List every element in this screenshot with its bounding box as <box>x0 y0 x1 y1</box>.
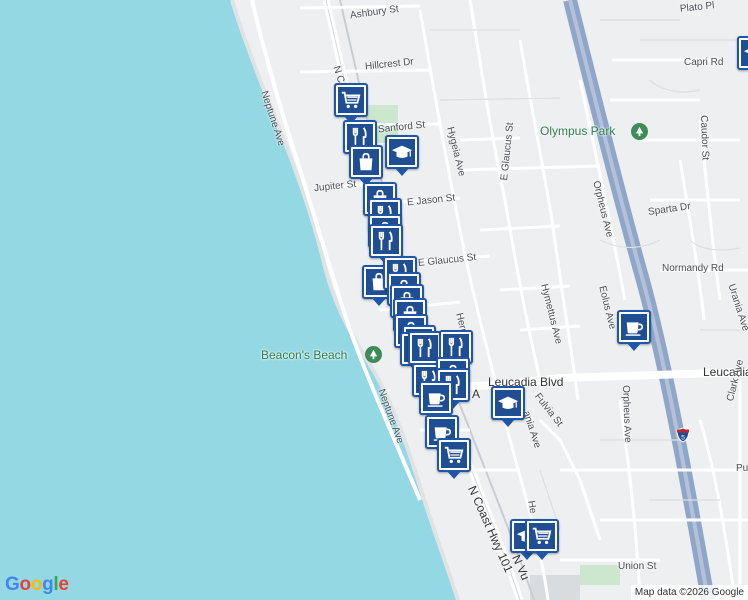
tree-icon <box>631 123 648 140</box>
poi-marker-graduation-cap[interactable] <box>737 36 748 77</box>
street-label: Normandy Rd <box>662 263 724 274</box>
poi-marker-fork-knife[interactable] <box>369 224 403 265</box>
street-label: Union St <box>618 561 657 572</box>
beacons-beach-label: Beacon's Beach <box>261 348 348 362</box>
coffee-cup-icon <box>621 314 647 340</box>
map-canvas[interactable]: Ashbury St Plato Pl Hillcrest Dr Capri R… <box>0 0 748 600</box>
poi-marker-cart[interactable] <box>437 438 471 479</box>
olympus-park-label: Olympus Park <box>540 124 616 138</box>
map-attribution: Map data ©2026 Google <box>630 585 748 600</box>
street-label: Caudor St <box>698 114 711 161</box>
svg-text:5: 5 <box>681 435 685 442</box>
cart-icon <box>529 523 555 549</box>
poi-marker-cart[interactable] <box>525 519 559 560</box>
street-label: Capri Rd <box>684 57 724 68</box>
street-label: Orpheus Ave <box>620 384 634 443</box>
interstate-shield-icon: 5 <box>676 427 690 443</box>
shopping-bag-icon <box>353 149 379 175</box>
tree-icon <box>365 346 382 363</box>
poi-marker-graduation-cap[interactable] <box>385 135 419 176</box>
street-label: Pu <box>736 463 748 474</box>
poi-marker-coffee-cup[interactable] <box>419 381 453 422</box>
google-logo: Google <box>5 574 69 595</box>
poi-marker-shopping-bag[interactable] <box>349 145 383 186</box>
graduation-cap-icon <box>389 139 415 165</box>
street-label: A <box>472 387 481 401</box>
graduation-cap-icon <box>495 390 521 416</box>
street-label: He <box>525 499 539 515</box>
cart-icon <box>338 87 364 113</box>
poi-marker-cart[interactable] <box>334 83 368 124</box>
graduation-cap-icon <box>741 40 748 66</box>
poi-marker-graduation-cap[interactable] <box>491 386 525 427</box>
fork-knife-icon <box>412 335 438 361</box>
cart-icon <box>441 442 467 468</box>
fork-knife-icon <box>373 228 399 254</box>
coffee-cup-icon <box>423 385 449 411</box>
poi-marker-coffee-cup[interactable] <box>617 310 651 351</box>
